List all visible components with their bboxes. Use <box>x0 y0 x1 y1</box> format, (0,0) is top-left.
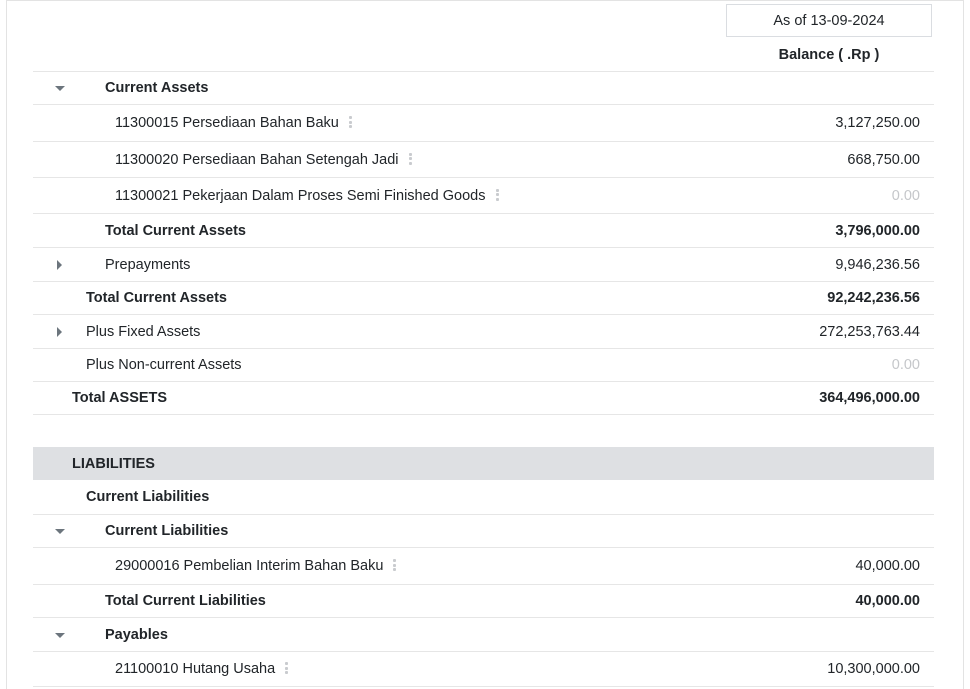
caret-right-icon[interactable] <box>57 259 62 270</box>
group-label: Current Liabilities <box>105 523 229 539</box>
vertical-dots-icon[interactable] <box>393 559 397 572</box>
account-line-label: 21100010 Hutang Usaha <box>115 661 289 677</box>
group-total-amount: 3,796,000.00 <box>835 222 920 239</box>
date-filter-button[interactable]: As of 13-09-2024 <box>726 4 932 37</box>
group-amount: 9,946,236.56 <box>835 256 920 273</box>
balance-column-label: Balance ( .Rp ) <box>778 46 880 63</box>
vertical-dots-icon[interactable] <box>495 188 499 201</box>
account-line[interactable]: 11300015 Persediaan Bahan Baku 3,127,250… <box>33 104 934 141</box>
group-label: Plus Fixed Assets <box>86 323 201 340</box>
account-line-label: 11300020 Persediaan Bahan Setengah Jadi <box>115 152 412 168</box>
total-label: Total Current Assets <box>86 290 227 306</box>
account-name: 29000016 Pembelian Interim Bahan Baku <box>115 558 384 574</box>
account-name: 11300021 Pekerjaan Dalam Proses Semi Fin… <box>115 187 486 204</box>
vertical-dots-icon[interactable] <box>408 152 412 165</box>
account-amount: 0.00 <box>891 187 920 204</box>
total-assets-row: Total ASSETS 364,496,000.00 <box>33 381 934 415</box>
group-label: Payables <box>105 626 168 643</box>
account-name: 11300020 Persediaan Bahan Setengah Jadi <box>115 151 399 168</box>
account-amount: 668,750.00 <box>847 151 920 168</box>
group-row-fixed-assets[interactable]: Plus Fixed Assets 272,253,763.44 <box>33 314 934 348</box>
account-line-label: 11300015 Persediaan Bahan Baku <box>115 115 352 131</box>
total-amount: 92,242,236.56 <box>827 290 920 306</box>
total-current-assets-row: Total Current Assets 92,242,236.56 <box>33 281 934 314</box>
caret-down-icon[interactable] <box>55 529 65 534</box>
group-amount: 272,253,763.44 <box>819 323 920 340</box>
account-line-label: 29000016 Pembelian Interim Bahan Baku <box>115 558 397 574</box>
group-total-label: Total Current Assets <box>105 222 246 239</box>
group-total-row: Total Current Liabilities 40,000.00 <box>33 584 934 617</box>
group-total-label: Total Current Liabilities <box>105 593 266 609</box>
group-row-non-current-assets: Plus Non-current Assets 0.00 <box>33 348 934 381</box>
total-amount: 364,496,000.00 <box>819 390 920 406</box>
account-name: 11300015 Persediaan Bahan Baku <box>115 115 339 131</box>
balance-column-header: Balance ( .Rp ) <box>726 38 932 71</box>
account-line-label: 11300021 Pekerjaan Dalam Proses Semi Fin… <box>115 188 499 204</box>
balance-sheet-table: Current Assets 11300015 Persediaan Bahan… <box>33 71 934 687</box>
group-label: Plus Non-current Assets <box>86 357 242 373</box>
total-label: Total ASSETS <box>72 390 168 406</box>
group-row-current-liabilities[interactable]: Current Liabilities <box>33 514 934 547</box>
caret-down-icon[interactable] <box>55 86 65 91</box>
account-line[interactable]: 29000016 Pembelian Interim Bahan Baku 40… <box>33 547 934 584</box>
caret-down-icon[interactable] <box>55 632 65 638</box>
account-name: 21100010 Hutang Usaha <box>115 661 276 677</box>
section-header-liabilities: LIABILITIES <box>33 447 934 480</box>
group-row-payables[interactable]: Payables <box>33 617 934 651</box>
caret-right-icon[interactable] <box>57 326 62 337</box>
account-line[interactable]: 21100010 Hutang Usaha 10,300,000.00 <box>33 651 934 687</box>
group-row-prepayments[interactable]: Prepayments 9,946,236.56 <box>33 247 934 281</box>
account-line[interactable]: 11300020 Persediaan Bahan Setengah Jadi … <box>33 141 934 177</box>
group-total-row: Total Current Assets 3,796,000.00 <box>33 213 934 247</box>
account-amount: 10,300,000.00 <box>827 661 920 677</box>
group-amount: 0.00 <box>891 357 920 373</box>
account-line[interactable]: 11300021 Pekerjaan Dalam Proses Semi Fin… <box>33 177 934 213</box>
group-label: Current Assets <box>105 80 209 96</box>
date-filter-label: As of 13-09-2024 <box>773 12 885 29</box>
group-total-amount: 40,000.00 <box>855 593 920 609</box>
section-label: LIABILITIES <box>72 455 155 472</box>
vertical-dots-icon[interactable] <box>348 116 352 129</box>
vertical-dots-icon[interactable] <box>285 662 289 675</box>
group-row-current-assets[interactable]: Current Assets <box>33 71 934 104</box>
subsection-header-current-liabilities: Current Liabilities <box>33 480 934 514</box>
group-label: Prepayments <box>105 256 191 273</box>
account-amount: 40,000.00 <box>855 558 920 574</box>
subsection-label: Current Liabilities <box>86 489 210 505</box>
account-amount: 3,127,250.00 <box>835 115 920 131</box>
